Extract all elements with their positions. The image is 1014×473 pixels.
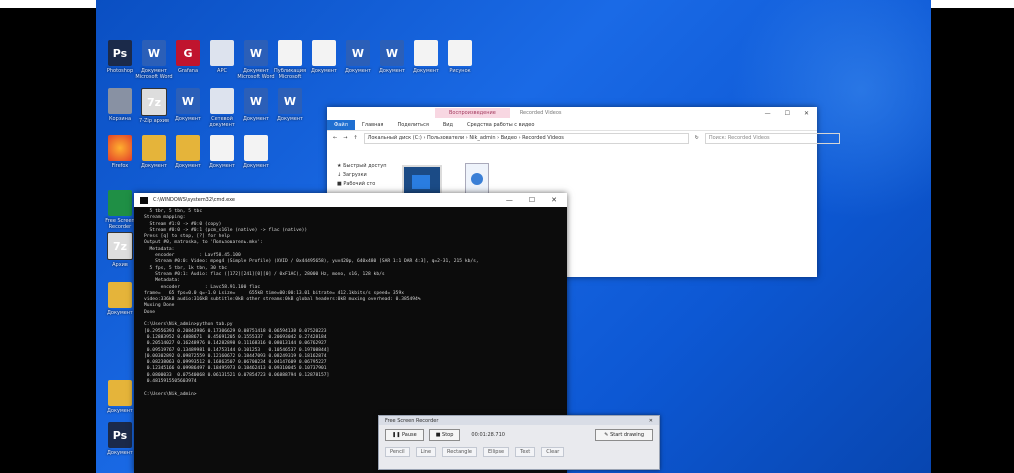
file-icon: Ps [108,422,132,448]
file-icon [210,88,234,114]
console-output[interactable]: 5 tbr, 5 tbn, 5 tbc Stream mapping: Strea… [134,207,567,398]
nav-item-desktop[interactable]: ■ Рабочий сто [337,180,386,189]
close-icon[interactable]: ✕ [649,418,659,424]
console-line: C:\Users\Nik_admin> [144,391,197,397]
refresh-icon[interactable]: ↻ [695,135,699,141]
screen: Ps Photoshop W Документ Microsoft Word G Graf… [0,0,1014,473]
recorder-controls: ❚❚ Pause ■ Stop 00:01:28.710 ✎ Start dra… [379,425,659,445]
file-icon: G [176,40,200,66]
minimize-button[interactable]: — [765,110,771,117]
desktop-icon-label: Документ [277,116,303,122]
file-icon: W [142,40,166,66]
tool-rectangle[interactable]: Rectangle [442,447,477,457]
file-icon [210,135,234,161]
drawing-tools: Pencil Line Rectangle Ellipse Text Clear [379,445,659,459]
cmd-titlebar: C:\WINDOWS\system32\cmd.exe — ☐ ✕ [134,193,567,207]
pause-button[interactable]: ❚❚ Pause [385,429,424,441]
pause-icon: ❚❚ [392,432,402,438]
desktop-icon[interactable]: Рисунок [438,40,482,74]
file-icon [108,190,132,216]
file-icon [278,40,302,66]
stop-button[interactable]: ■ Stop [428,429,461,441]
explorer-window-controls: — ☐ ✕ [765,110,817,117]
console-icon [140,196,148,204]
desktop-icon[interactable]: Документ [234,135,278,169]
minimize-button[interactable]: — [506,196,513,204]
file-icon: Ps [108,40,132,66]
ribbon-tab-video-tools[interactable]: Средства работы с видео [460,122,541,128]
ribbon-tab-file[interactable]: Файл [327,119,355,130]
desktop-icon-label: Рисунок [449,68,471,74]
file-icon: W [176,88,200,114]
file-icon [176,135,200,161]
file-icon [142,135,166,161]
file-icon [108,282,132,308]
recorder-titlebar: Free Screen Recorder ✕ [379,416,659,425]
maximize-button[interactable]: ☐ [529,196,535,204]
file-icon: W [278,88,302,114]
recorder-title: Free Screen Recorder [385,417,439,424]
nav-item-downloads[interactable]: ↓ Загрузки [337,171,386,180]
up-arrow-icon[interactable]: ↑ [353,135,357,141]
search-input[interactable]: Поиск: Recorded Videos [704,132,840,144]
explorer-titlebar: Воспроизведение Recorded Videos — ☐ ✕ [327,107,817,119]
file-icon [210,40,234,66]
file-icon [414,40,438,66]
cmd-title: C:\WINDOWS\system32\cmd.exe [153,197,235,203]
file-icon: W [346,40,370,66]
file-icon: W [244,88,268,114]
tool-pencil[interactable]: Pencil [385,447,410,457]
file-icon [448,40,472,66]
tool-clear[interactable]: Clear [541,447,565,457]
maximize-button[interactable]: ☐ [785,110,790,117]
tool-text[interactable]: Text [515,447,536,457]
file-icon: W [244,40,268,66]
file-icon [108,380,132,406]
file-icon [244,135,268,161]
ribbon-tab-home[interactable]: Главная [355,122,391,128]
audio-file-thumbnail[interactable] [465,163,489,195]
cmd-window-controls: — ☐ ✕ [506,196,567,204]
file-icon [108,88,132,114]
nav-item-quick-access[interactable]: ★ Быстрый доступ [337,162,386,171]
ribbon-tab-view[interactable]: Вид [436,122,460,128]
recording-timer: 00:01:28.710 [471,432,505,438]
explorer-address-row: ← → ↑ Локальный диск (C:) › Пользователи… [327,131,840,145]
forward-arrow-icon[interactable]: → [343,135,347,141]
file-icon [108,135,132,161]
file-icon: W [380,40,404,66]
back-arrow-icon[interactable]: ← [333,135,337,141]
address-bar[interactable]: Локальный диск (C:) › Пользователи › Nik… [363,132,689,144]
file-icon [312,40,336,66]
close-button[interactable]: ✕ [551,196,557,204]
screen-recorder-window: Free Screen Recorder ✕ ❚❚ Pause ■ Stop 0… [378,415,660,470]
start-drawing-button[interactable]: ✎ Start drawing [595,429,653,441]
file-icon: 7z [107,232,133,260]
desktop-icon[interactable]: W Документ [268,88,312,122]
explorer-title: Recorded Videos [519,110,562,116]
tool-ellipse[interactable]: Ellipse [482,447,510,457]
explorer-ribbon: Файл Главная Поделиться Вид Средства раб… [327,119,817,131]
navigation-pane: ★ Быстрый доступ ↓ Загрузки ■ Рабочий ст… [337,162,386,189]
ribbon-tab-share[interactable]: Поделиться [390,122,435,128]
explorer-context-tab[interactable]: Воспроизведение [435,108,510,118]
close-button[interactable]: ✕ [804,110,809,117]
desktop-icon-label: Документ [243,163,269,169]
file-icon: 7z [141,88,167,116]
tool-line[interactable]: Line [415,447,437,457]
